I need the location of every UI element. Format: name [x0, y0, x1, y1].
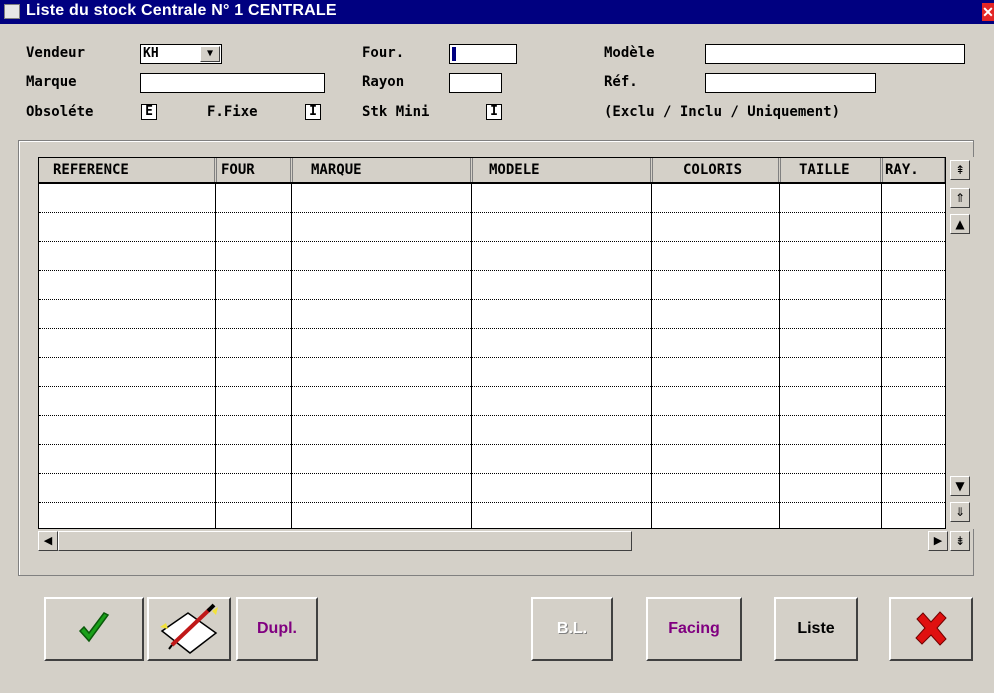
table-row[interactable] — [39, 213, 945, 242]
column-divider — [651, 184, 652, 528]
rayon-label: Rayon — [362, 74, 405, 90]
vendeur-label: Vendeur — [26, 45, 86, 61]
vertical-scrollbar[interactable]: ⇞ ⇑ ▲ ▼ ⇓ — [948, 157, 974, 529]
scroll-left-icon[interactable]: ◀ — [38, 531, 58, 551]
stkmini-label: Stk Mini — [362, 104, 430, 120]
table-row[interactable] — [39, 271, 945, 300]
table-row[interactable] — [39, 358, 945, 387]
table-row[interactable] — [39, 300, 945, 329]
column-divider — [471, 184, 472, 528]
table-row[interactable] — [39, 445, 945, 474]
duplicate-button[interactable]: Dupl. — [236, 597, 318, 661]
edit-note-button[interactable] — [147, 597, 231, 661]
marque-label: Marque — [26, 74, 77, 90]
close-window-button[interactable]: ✕ — [982, 3, 994, 21]
note-pencil-icon — [160, 603, 218, 654]
scroll-top-icon[interactable]: ⇞ — [950, 160, 970, 180]
scroll-down-icon[interactable]: ▼ — [950, 476, 970, 496]
column-header-coloris[interactable]: COLORIS — [653, 158, 781, 182]
column-divider — [779, 184, 780, 528]
column-header-taille[interactable]: TAILLE — [781, 158, 883, 182]
scroll-up-icon[interactable]: ▲ — [950, 214, 970, 234]
modele-label: Modèle — [604, 45, 655, 61]
stkmini-toggle[interactable]: I — [486, 104, 502, 120]
marque-input[interactable] — [140, 73, 325, 93]
red-x-icon — [915, 611, 947, 646]
rayon-input[interactable] — [449, 73, 502, 93]
scroll-right-icon[interactable]: ▶ — [928, 531, 948, 551]
ref-label: Réf. — [604, 74, 638, 90]
obsolete-toggle[interactable]: E — [141, 104, 157, 120]
table-row[interactable] — [39, 416, 945, 445]
validate-button[interactable] — [44, 597, 144, 661]
column-divider — [215, 184, 216, 528]
table-row[interactable] — [39, 242, 945, 271]
ffixe-label: F.Fixe — [207, 104, 258, 120]
checkmark-icon — [78, 612, 110, 643]
window-title: Liste du stock Centrale N° 1 CENTRALE — [26, 2, 337, 19]
bl-button[interactable]: B.L. — [531, 597, 613, 661]
scroll-thumb[interactable] — [58, 531, 632, 551]
modele-input[interactable] — [705, 44, 965, 64]
ref-input[interactable] — [705, 73, 876, 93]
scroll-bottom-icon[interactable]: ⇟ — [950, 531, 970, 551]
obsolete-label: Obsoléte — [26, 104, 94, 120]
page-down-icon[interactable]: ⇓ — [950, 502, 970, 522]
four-label: Four. — [362, 45, 405, 61]
vendeur-value: KH — [143, 46, 159, 61]
stock-table[interactable]: REFERENCE FOUR MARQUE MODELE COLORIS TAI… — [38, 157, 946, 529]
table-row[interactable] — [39, 503, 945, 528]
table-row[interactable] — [39, 329, 945, 358]
cancel-button[interactable] — [889, 597, 973, 661]
column-divider — [291, 184, 292, 528]
vendeur-combo[interactable]: KH ▼ — [140, 44, 222, 64]
title-bar: Liste du stock Centrale N° 1 CENTRALE ✕ — [0, 0, 994, 24]
text-caret — [452, 47, 456, 61]
table-row[interactable] — [39, 387, 945, 416]
column-header-four[interactable]: FOUR — [217, 158, 293, 182]
table-row[interactable] — [39, 474, 945, 503]
table-header: REFERENCE FOUR MARQUE MODELE COLORIS TAI… — [39, 158, 945, 184]
window-icon[interactable] — [4, 4, 20, 19]
column-header-marque[interactable]: MARQUE — [293, 158, 473, 182]
liste-button[interactable]: Liste — [774, 597, 858, 661]
toggle-legend: (Exclu / Inclu / Uniquement) — [604, 104, 841, 120]
ffixe-toggle[interactable]: I — [305, 104, 321, 120]
table-row[interactable] — [39, 184, 945, 213]
column-header-modele[interactable]: MODELE — [473, 158, 653, 182]
facing-button[interactable]: Facing — [646, 597, 742, 661]
four-input[interactable] — [449, 44, 517, 64]
column-divider — [881, 184, 882, 528]
column-header-reference[interactable]: REFERENCE — [39, 158, 217, 182]
horizontal-scrollbar[interactable]: ◀ ▶ — [38, 531, 948, 553]
page-up-icon[interactable]: ⇑ — [950, 188, 970, 208]
column-header-rayon[interactable]: RAY. — [883, 158, 945, 182]
chevron-down-icon[interactable]: ▼ — [200, 46, 220, 62]
